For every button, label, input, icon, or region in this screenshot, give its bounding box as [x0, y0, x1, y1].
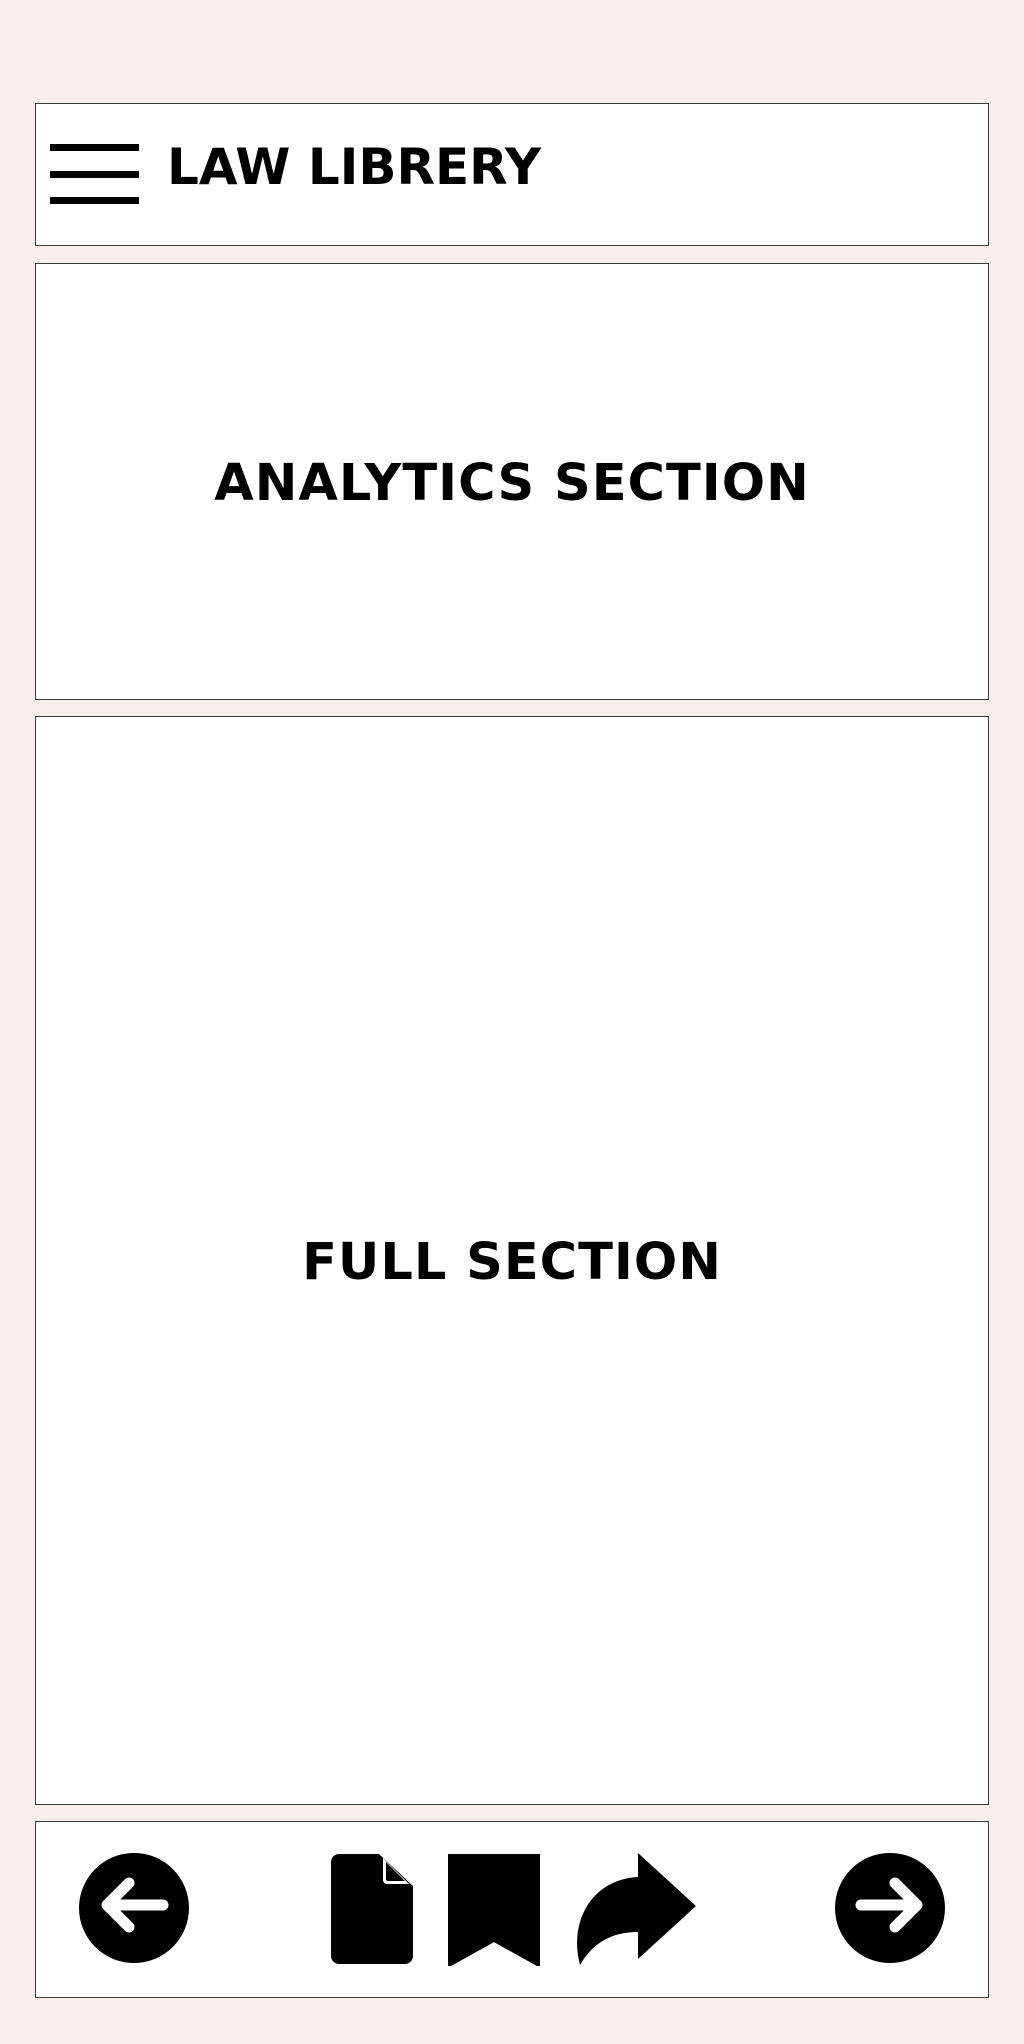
app-title: LAW LIBRERY	[167, 138, 542, 196]
full-section-label: FULL SECTION	[302, 1233, 722, 1292]
bookmark-icon[interactable]	[447, 1854, 541, 1966]
analytics-section-label: ANALYTICS SECTION	[214, 454, 810, 513]
menu-bar-bottom	[50, 197, 139, 204]
share-icon[interactable]	[574, 1853, 696, 1965]
hamburger-menu-icon[interactable]	[50, 144, 140, 206]
bottom-toolbar	[35, 1821, 989, 1998]
arrow-right-circle-icon[interactable]	[835, 1853, 945, 1963]
arrow-left-circle-icon[interactable]	[79, 1853, 189, 1963]
document-icon[interactable]	[331, 1854, 413, 1964]
menu-bar-top	[50, 144, 139, 151]
analytics-section: ANALYTICS SECTION	[35, 263, 989, 700]
app-header: LAW LIBRERY	[35, 103, 989, 246]
full-section: FULL SECTION	[35, 716, 989, 1805]
menu-bar-middle	[50, 171, 139, 178]
